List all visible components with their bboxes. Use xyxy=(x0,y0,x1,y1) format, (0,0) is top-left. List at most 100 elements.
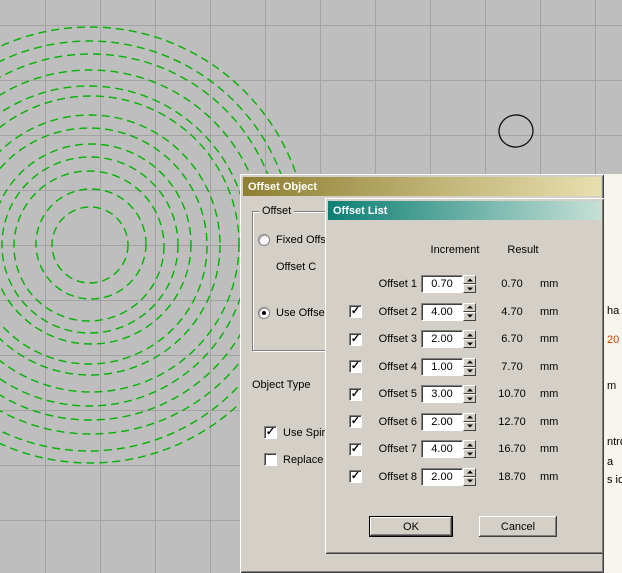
increment-spinner xyxy=(463,468,476,486)
increment-spinner xyxy=(463,385,476,403)
offset-row-label: Offset 7 xyxy=(369,443,417,455)
result-value: 18.70 xyxy=(490,471,534,483)
increment-spinner xyxy=(463,330,476,348)
offset-row-1: Offset 1 0.70 mm xyxy=(325,275,604,293)
increment-spinner xyxy=(463,358,476,376)
dialog-title: Offset List xyxy=(333,205,387,217)
unit-label: mm xyxy=(540,306,558,318)
increment-column-header: Increment xyxy=(421,244,489,256)
spinner-up-button[interactable] xyxy=(463,275,476,284)
offset-checkbox[interactable]: ✓ xyxy=(349,443,362,456)
spinner-down-button[interactable] xyxy=(463,339,476,348)
increment-spinner xyxy=(463,275,476,293)
offset-checkbox[interactable]: ✓ xyxy=(349,470,362,483)
offset-row-label: Offset 2 xyxy=(369,306,417,318)
result-column-header: Result xyxy=(498,244,548,256)
unit-label: mm xyxy=(540,416,558,428)
checkbox-unchecked-icon[interactable] xyxy=(264,453,277,466)
offset-checkbox[interactable]: ✓ xyxy=(349,360,362,373)
result-value: 0.70 xyxy=(490,278,534,290)
ok-button[interactable]: OK xyxy=(369,516,453,537)
unit-label: mm xyxy=(540,471,558,483)
offset-checkbox[interactable]: ✓ xyxy=(349,388,362,401)
spinner-down-button[interactable] xyxy=(463,422,476,431)
text-fragment: 20 xyxy=(607,334,619,346)
increment-input[interactable] xyxy=(421,303,463,321)
object-type-label: Object Type xyxy=(252,379,311,391)
spinner-down-button[interactable] xyxy=(463,312,476,321)
spinner-up-button[interactable] xyxy=(463,413,476,422)
use-offset-radio[interactable]: Use Offse xyxy=(258,307,325,319)
increment-input[interactable] xyxy=(421,275,463,293)
text-fragment: ntro xyxy=(607,436,622,448)
offset-checkbox[interactable]: ✓ xyxy=(349,305,362,318)
check-icon: ✓ xyxy=(351,416,360,427)
offset-count-label: Offset C xyxy=(276,261,316,273)
radio-icon[interactable] xyxy=(258,234,270,246)
unit-label: mm xyxy=(540,361,558,373)
checkbox-placeholder xyxy=(349,278,362,291)
offset-checkbox[interactable]: ✓ xyxy=(349,415,362,428)
offset-row-8: ✓ Offset 8 18.70 mm xyxy=(325,468,604,486)
cancel-button[interactable]: Cancel xyxy=(479,516,557,537)
increment-input[interactable] xyxy=(421,413,463,431)
result-value: 6.70 xyxy=(490,333,534,345)
text-fragment: ha xyxy=(607,305,619,317)
increment-spinner xyxy=(463,303,476,321)
check-icon: ✓ xyxy=(351,389,360,400)
offset-list-titlebar[interactable]: Offset List xyxy=(328,201,601,220)
result-value: 7.70 xyxy=(490,361,534,373)
checkbox-checked-icon[interactable]: ✓ xyxy=(264,426,277,439)
background-window-fragment: ha 20 m ntro a s id xyxy=(604,174,622,573)
offset-row-2: ✓ Offset 2 4.70 mm xyxy=(325,303,604,321)
offset-row-label: Offset 6 xyxy=(369,416,417,428)
spinner-down-button[interactable] xyxy=(463,394,476,403)
increment-input[interactable] xyxy=(421,468,463,486)
increment-spinner xyxy=(463,440,476,458)
offset-checkbox[interactable]: ✓ xyxy=(349,333,362,346)
spinner-up-button[interactable] xyxy=(463,468,476,477)
text-fragment: a xyxy=(607,456,613,468)
radio-selected-icon[interactable] xyxy=(258,307,270,319)
spinner-down-button[interactable] xyxy=(463,284,476,293)
offset-group-label: Offset xyxy=(259,205,294,217)
offset-list-dialog: Offset List Increment Result Offset 1 0.… xyxy=(325,198,604,554)
check-icon: ✓ xyxy=(266,427,275,438)
result-value: 12.70 xyxy=(490,416,534,428)
offset-row-label: Offset 3 xyxy=(369,333,417,345)
spinner-down-button[interactable] xyxy=(463,449,476,458)
increment-input[interactable] xyxy=(421,330,463,348)
spinner-up-button[interactable] xyxy=(463,303,476,312)
fixed-offset-radio-label: Fixed Offs xyxy=(276,234,326,246)
offset-row-label: Offset 4 xyxy=(369,361,417,373)
increment-input[interactable] xyxy=(421,358,463,376)
replace-checkbox[interactable]: Replace xyxy=(264,453,323,466)
offset-row-label: Offset 8 xyxy=(369,471,417,483)
use-spiral-checkbox[interactable]: ✓ Use Spira xyxy=(264,426,331,439)
check-icon: ✓ xyxy=(351,334,360,345)
result-value: 4.70 xyxy=(490,306,534,318)
offset-row-3: ✓ Offset 3 6.70 mm xyxy=(325,330,604,348)
offset-object-titlebar[interactable]: Offset Object xyxy=(243,177,601,196)
increment-input[interactable] xyxy=(421,440,463,458)
spinner-up-button[interactable] xyxy=(463,330,476,339)
spinner-up-button[interactable] xyxy=(463,385,476,394)
check-icon: ✓ xyxy=(351,306,360,317)
spinner-up-button[interactable] xyxy=(463,358,476,367)
increment-input[interactable] xyxy=(421,385,463,403)
offset-row-7: ✓ Offset 7 16.70 mm xyxy=(325,440,604,458)
fixed-offset-radio[interactable]: Fixed Offs xyxy=(258,234,326,246)
text-fragment: m xyxy=(607,380,616,392)
spinner-up-button[interactable] xyxy=(463,440,476,449)
offset-row-label: Offset 1 xyxy=(369,278,417,290)
offset-rows: Offset 1 0.70 mm ✓ Offset 2 4.70 mm ✓ Of… xyxy=(325,275,604,486)
unit-label: mm xyxy=(540,443,558,455)
offset-row-4: ✓ Offset 4 7.70 mm xyxy=(325,358,604,376)
offset-row-label: Offset 5 xyxy=(369,388,417,400)
check-icon: ✓ xyxy=(351,444,360,455)
spinner-down-button[interactable] xyxy=(463,477,476,486)
text-fragment: s id xyxy=(607,474,622,486)
check-icon: ✓ xyxy=(351,471,360,482)
unit-label: mm xyxy=(540,333,558,345)
spinner-down-button[interactable] xyxy=(463,367,476,376)
